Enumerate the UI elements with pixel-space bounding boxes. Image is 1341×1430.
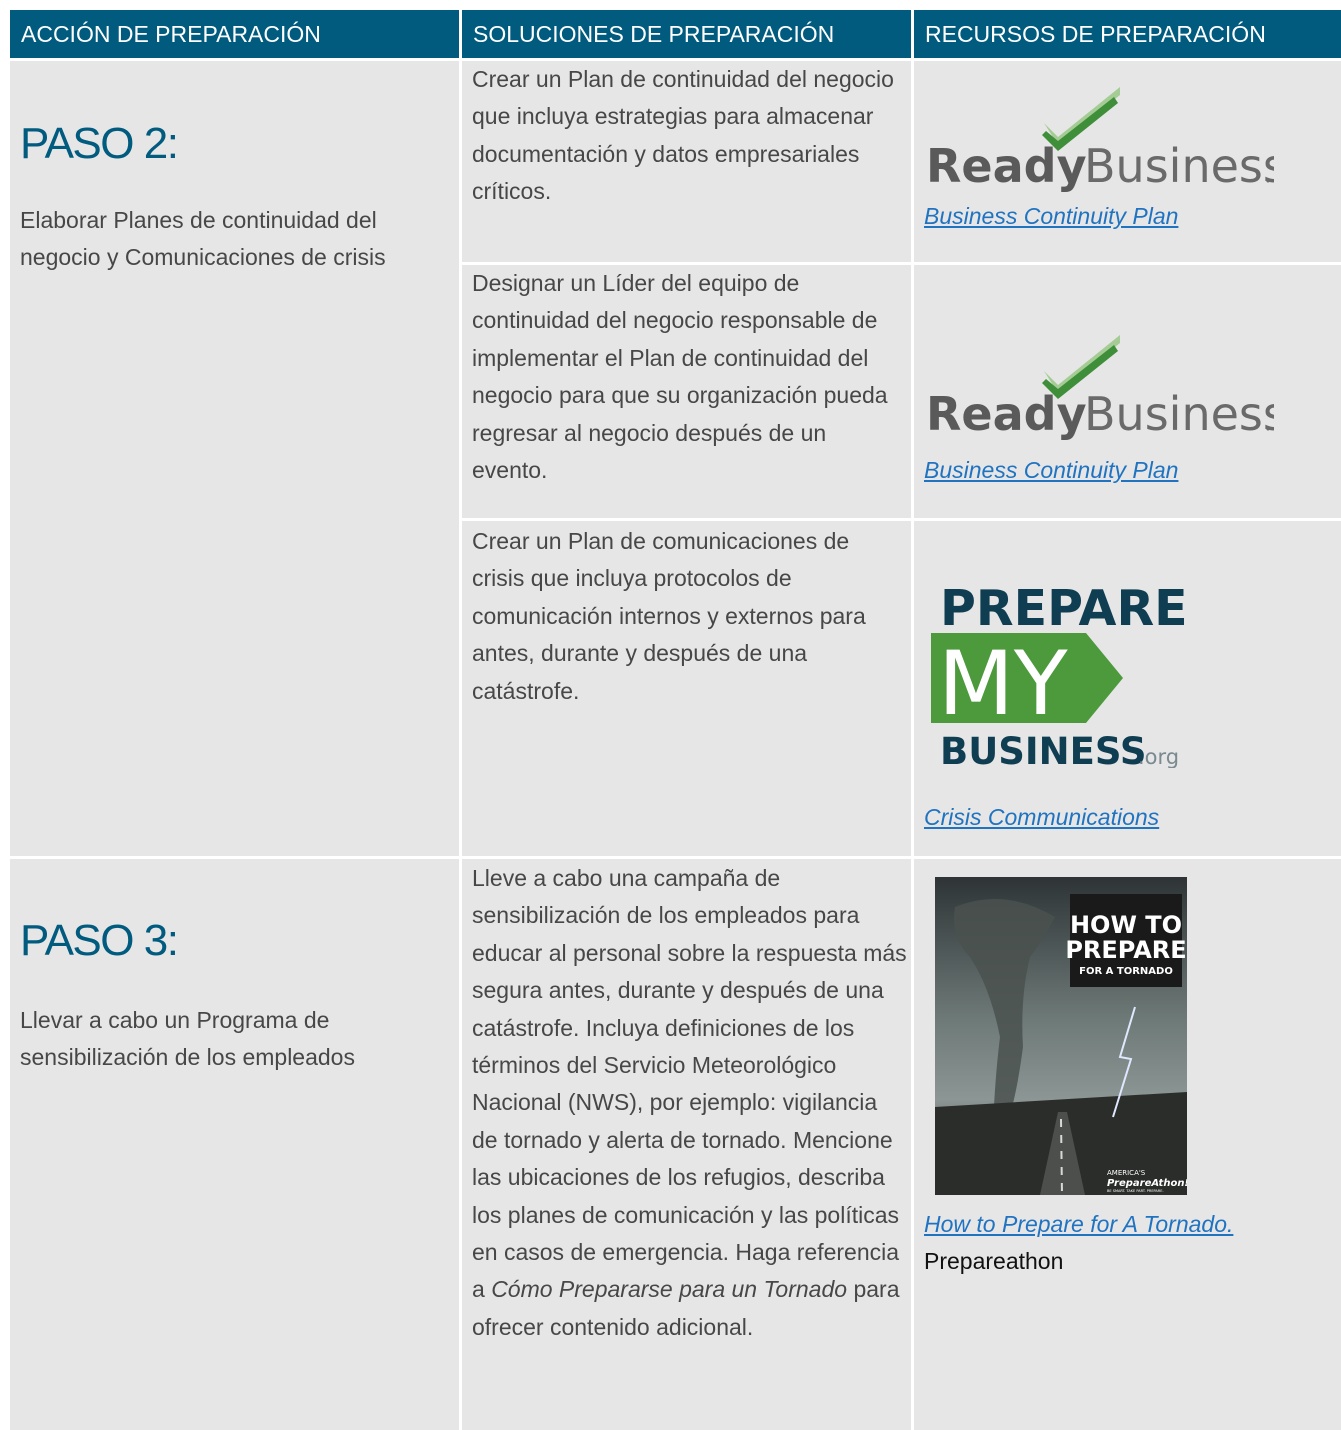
tornado-guide-cover: HOW TO PREPARE FOR A TORNADO AMERICA'S P… (935, 877, 1187, 1195)
tornado-guide-title: Cómo Prepararse para un Tornado (491, 1276, 848, 1303)
step2-title: PASO 2: (20, 119, 179, 168)
cover-brand-2: PrepareAthon! (1107, 1178, 1187, 1189)
step3-description: Llevar a cabo un Programa de sensibiliza… (20, 1007, 355, 1070)
ready-business-logo: Ready Business (926, 335, 1274, 441)
header-soluciones: SOLUCIONES DE PREPARACIÓN (462, 10, 911, 58)
ready-business-logo: Ready Business (926, 87, 1274, 193)
prepareathon-source: Prepareathon (924, 1248, 1064, 1274)
business-continuity-plan-link[interactable]: Business Continuity Plan (924, 457, 1178, 484)
ready-word: Ready (926, 387, 1087, 441)
step3-title: PASO 3: (20, 916, 179, 965)
cover-tagline: BE SMART. TAKE PART. PREPARE. (1107, 1189, 1164, 1193)
step2-description: Elaborar Planes de continuidad del negoc… (20, 207, 386, 270)
step2-solution-2: Designar un Líder del equipo de continui… (472, 270, 888, 484)
business-word: Business (1084, 387, 1274, 441)
step3-solution-text-a: Lleve a cabo una campaña de sensibilizac… (472, 865, 907, 1303)
step2-solution-3: Crear un Plan de comunicaciones de crisi… (472, 528, 866, 704)
org-suffix: .org (1138, 745, 1179, 768)
how-to-prepare-tornado-link[interactable]: How to Prepare for A Tornado. (924, 1211, 1233, 1238)
my-word: MY (938, 632, 1068, 735)
business-continuity-plan-link[interactable]: Business Continuity Plan (924, 203, 1178, 230)
cover-line-2: PREPARE (1065, 936, 1186, 964)
cover-line-1: HOW TO (1070, 911, 1182, 939)
step2-solution-1: Crear un Plan de continuidad del negocio… (472, 66, 894, 205)
step3-solution: Lleve a cabo una campaña de sensibilizac… (472, 860, 907, 1346)
cover-line-3: FOR A TORNADO (1079, 966, 1173, 977)
ready-word: Ready (926, 139, 1087, 193)
business-word: BUSINESS (940, 730, 1147, 768)
crisis-communications-link[interactable]: Crisis Communications (924, 804, 1159, 831)
header-accion: ACCIÓN DE PREPARACIÓN (10, 10, 459, 58)
step2-action-cell (10, 61, 459, 856)
prepare-my-business-logo: PREPARE MY BUSINESS .org (931, 580, 1188, 768)
business-word: Business (1084, 139, 1274, 193)
prepare-word: PREPARE (940, 580, 1188, 637)
cover-brand-1: AMERICA'S (1107, 1169, 1146, 1177)
header-recursos: RECURSOS DE PREPARACIÓN (914, 10, 1341, 58)
